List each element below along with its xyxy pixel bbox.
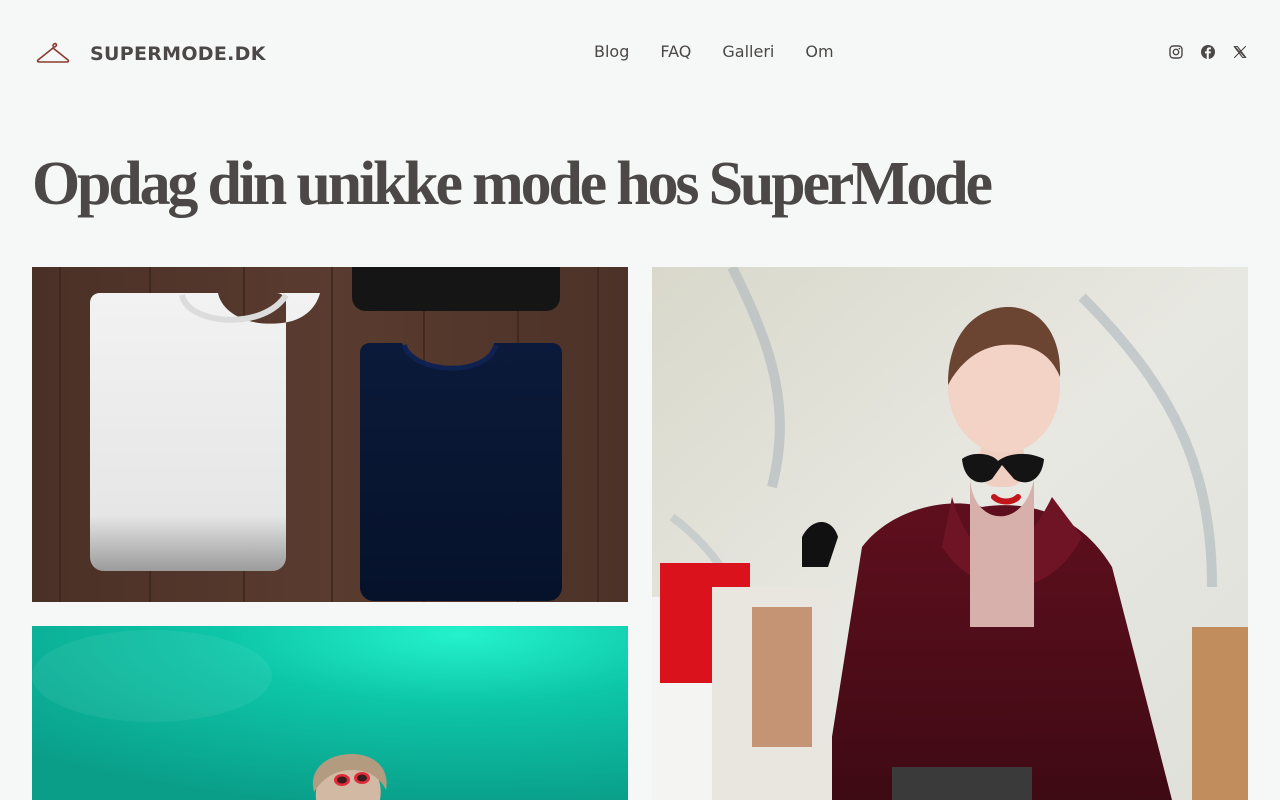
instagram-icon[interactable]: [1168, 44, 1184, 60]
folded-tshirts-image[interactable]: [32, 267, 628, 602]
site-header: SUPERMODE.DK Blog FAQ Galleri Om: [0, 0, 1280, 106]
x-icon[interactable]: [1232, 44, 1248, 60]
nav-item-blog[interactable]: Blog: [594, 41, 629, 63]
site-name: SUPERMODE.DK: [90, 43, 266, 65]
main-nav: Blog FAQ Galleri Om: [594, 41, 834, 63]
teal-portrait-image[interactable]: [32, 626, 628, 800]
woman-shopping-bags-image[interactable]: [652, 267, 1248, 800]
nav-item-faq[interactable]: FAQ: [660, 41, 691, 63]
nav-item-om[interactable]: Om: [805, 41, 833, 63]
page-title: Opdag din unikke mode hos SuperMode: [32, 150, 993, 218]
social-links: [1168, 44, 1248, 60]
brand-link[interactable]: SUPERMODE.DK: [36, 38, 266, 70]
nav-item-galleri[interactable]: Galleri: [722, 41, 774, 63]
hanger-icon: [36, 42, 70, 63]
facebook-icon[interactable]: [1200, 44, 1216, 60]
